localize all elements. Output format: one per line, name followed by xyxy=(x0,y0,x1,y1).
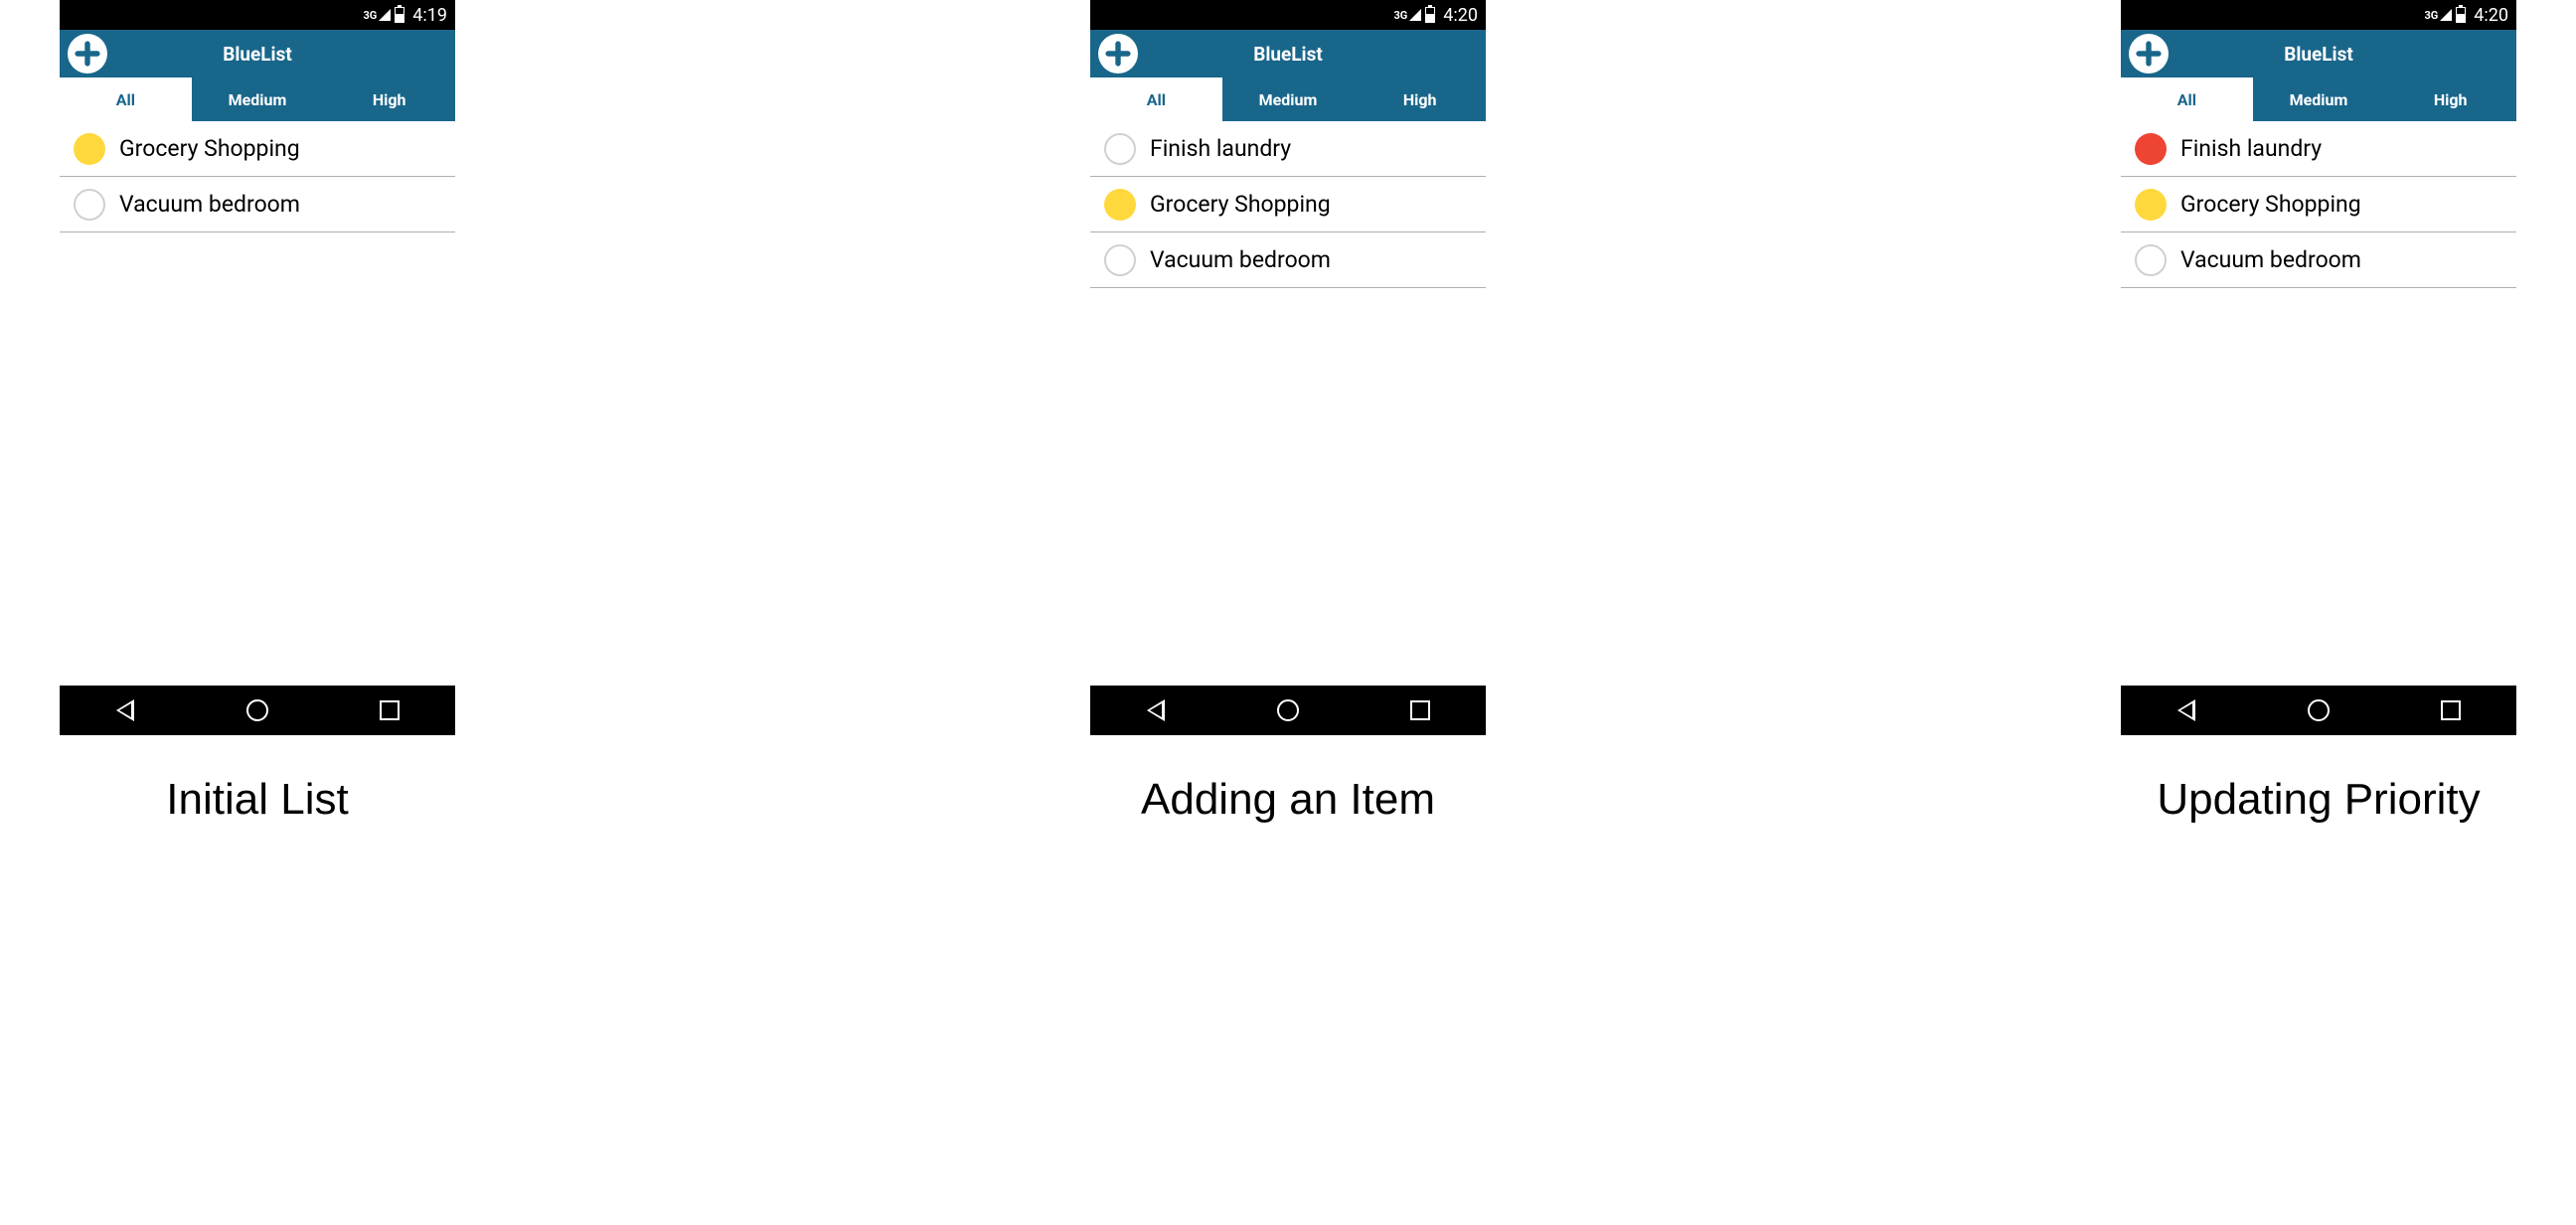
network-indicator: 3G xyxy=(363,9,377,22)
app-title: BlueList xyxy=(2284,43,2353,66)
plus-icon xyxy=(2131,36,2167,72)
recent-button[interactable] xyxy=(2421,686,2481,735)
back-button[interactable] xyxy=(1126,686,1186,735)
tabs: All Medium High xyxy=(2121,77,2516,121)
signal-icon xyxy=(2440,9,2452,21)
tab-high[interactable]: High xyxy=(323,77,455,121)
app-bar: BlueList xyxy=(60,30,455,77)
priority-dot[interactable] xyxy=(1104,244,1136,276)
back-icon xyxy=(2177,699,2195,721)
list-item[interactable]: Grocery Shopping xyxy=(2121,177,2516,232)
add-button[interactable] xyxy=(68,34,107,74)
item-text: Finish laundry xyxy=(1150,135,1291,162)
tab-high[interactable]: High xyxy=(1354,77,1486,121)
tab-medium[interactable]: Medium xyxy=(192,77,324,121)
priority-dot[interactable] xyxy=(2135,244,2167,276)
tab-high[interactable]: High xyxy=(2384,77,2516,121)
clock: 4:20 xyxy=(2474,5,2508,26)
add-button[interactable] xyxy=(2129,34,2169,74)
square-icon xyxy=(380,700,400,720)
signal-icon xyxy=(379,9,391,21)
priority-dot[interactable] xyxy=(1104,133,1136,165)
item-text: Vacuum bedroom xyxy=(2180,246,2361,273)
app-title: BlueList xyxy=(223,43,292,66)
screen-caption: Updating Priority xyxy=(2157,775,2480,825)
battery-icon xyxy=(2456,7,2466,23)
list-item[interactable]: Grocery Shopping xyxy=(1090,177,1486,232)
network-indicator: 3G xyxy=(2424,9,2438,22)
priority-dot[interactable] xyxy=(74,133,105,165)
phone-screen-2: 3G 4:20 BlueList All Medium High Finish … xyxy=(2121,0,2516,735)
home-button[interactable] xyxy=(1258,686,1318,735)
phone-screen-1: 3G 4:20 BlueList All Medium High Finish … xyxy=(1090,0,1486,735)
network-indicator: 3G xyxy=(1393,9,1407,22)
app-title: BlueList xyxy=(1253,43,1323,66)
nav-bar xyxy=(1090,686,1486,735)
tab-medium[interactable]: Medium xyxy=(2253,77,2385,121)
back-icon xyxy=(116,699,134,721)
list-item[interactable]: Finish laundry xyxy=(2121,121,2516,177)
priority-dot[interactable] xyxy=(2135,133,2167,165)
status-bar: 3G 4:20 xyxy=(2121,0,2516,30)
home-button[interactable] xyxy=(2289,686,2348,735)
priority-dot[interactable] xyxy=(2135,189,2167,221)
list-item[interactable]: Vacuum bedroom xyxy=(2121,232,2516,288)
recent-button[interactable] xyxy=(360,686,419,735)
tab-all[interactable]: All xyxy=(1090,77,1222,121)
app-bar: BlueList xyxy=(1090,30,1486,77)
status-bar: 3G 4:20 xyxy=(1090,0,1486,30)
clock: 4:19 xyxy=(412,5,447,26)
tabs: All Medium High xyxy=(60,77,455,121)
back-button[interactable] xyxy=(2157,686,2216,735)
signal-icon xyxy=(1409,9,1421,21)
priority-dot[interactable] xyxy=(1104,189,1136,221)
tab-all[interactable]: All xyxy=(2121,77,2253,121)
tab-medium[interactable]: Medium xyxy=(1222,77,1355,121)
plus-icon xyxy=(1100,36,1136,72)
item-text: Grocery Shopping xyxy=(1150,191,1331,218)
list-item[interactable]: Vacuum bedroom xyxy=(60,177,455,232)
square-icon xyxy=(2441,700,2461,720)
recent-button[interactable] xyxy=(1390,686,1450,735)
list-item[interactable]: Finish laundry xyxy=(1090,121,1486,177)
app-bar: BlueList xyxy=(2121,30,2516,77)
item-text: Vacuum bedroom xyxy=(1150,246,1331,273)
list-area: Grocery Shopping Vacuum bedroom xyxy=(60,121,455,686)
screen-caption: Adding an Item xyxy=(1141,775,1435,825)
status-bar: 3G 4:19 xyxy=(60,0,455,30)
square-icon xyxy=(1410,700,1430,720)
screen-caption: Initial List xyxy=(166,775,348,825)
home-button[interactable] xyxy=(228,686,287,735)
nav-bar xyxy=(2121,686,2516,735)
tab-all[interactable]: All xyxy=(60,77,192,121)
item-text: Vacuum bedroom xyxy=(119,191,300,218)
back-icon xyxy=(1147,699,1165,721)
list-area: Finish laundry Grocery Shopping Vacuum b… xyxy=(2121,121,2516,686)
plus-icon xyxy=(70,36,105,72)
phone-screen-0: 3G 4:19 BlueList All Medium High Grocery… xyxy=(60,0,455,735)
nav-bar xyxy=(60,686,455,735)
back-button[interactable] xyxy=(95,686,155,735)
item-text: Grocery Shopping xyxy=(2180,191,2361,218)
list-item[interactable]: Vacuum bedroom xyxy=(1090,232,1486,288)
add-button[interactable] xyxy=(1098,34,1138,74)
battery-icon xyxy=(395,7,404,23)
clock: 4:20 xyxy=(1443,5,1478,26)
tabs: All Medium High xyxy=(1090,77,1486,121)
battery-icon xyxy=(1425,7,1435,23)
circle-icon xyxy=(2308,699,2330,721)
list-area: Finish laundry Grocery Shopping Vacuum b… xyxy=(1090,121,1486,686)
priority-dot[interactable] xyxy=(74,189,105,221)
circle-icon xyxy=(246,699,268,721)
circle-icon xyxy=(1277,699,1299,721)
list-item[interactable]: Grocery Shopping xyxy=(60,121,455,177)
item-text: Grocery Shopping xyxy=(119,135,300,162)
item-text: Finish laundry xyxy=(2180,135,2322,162)
